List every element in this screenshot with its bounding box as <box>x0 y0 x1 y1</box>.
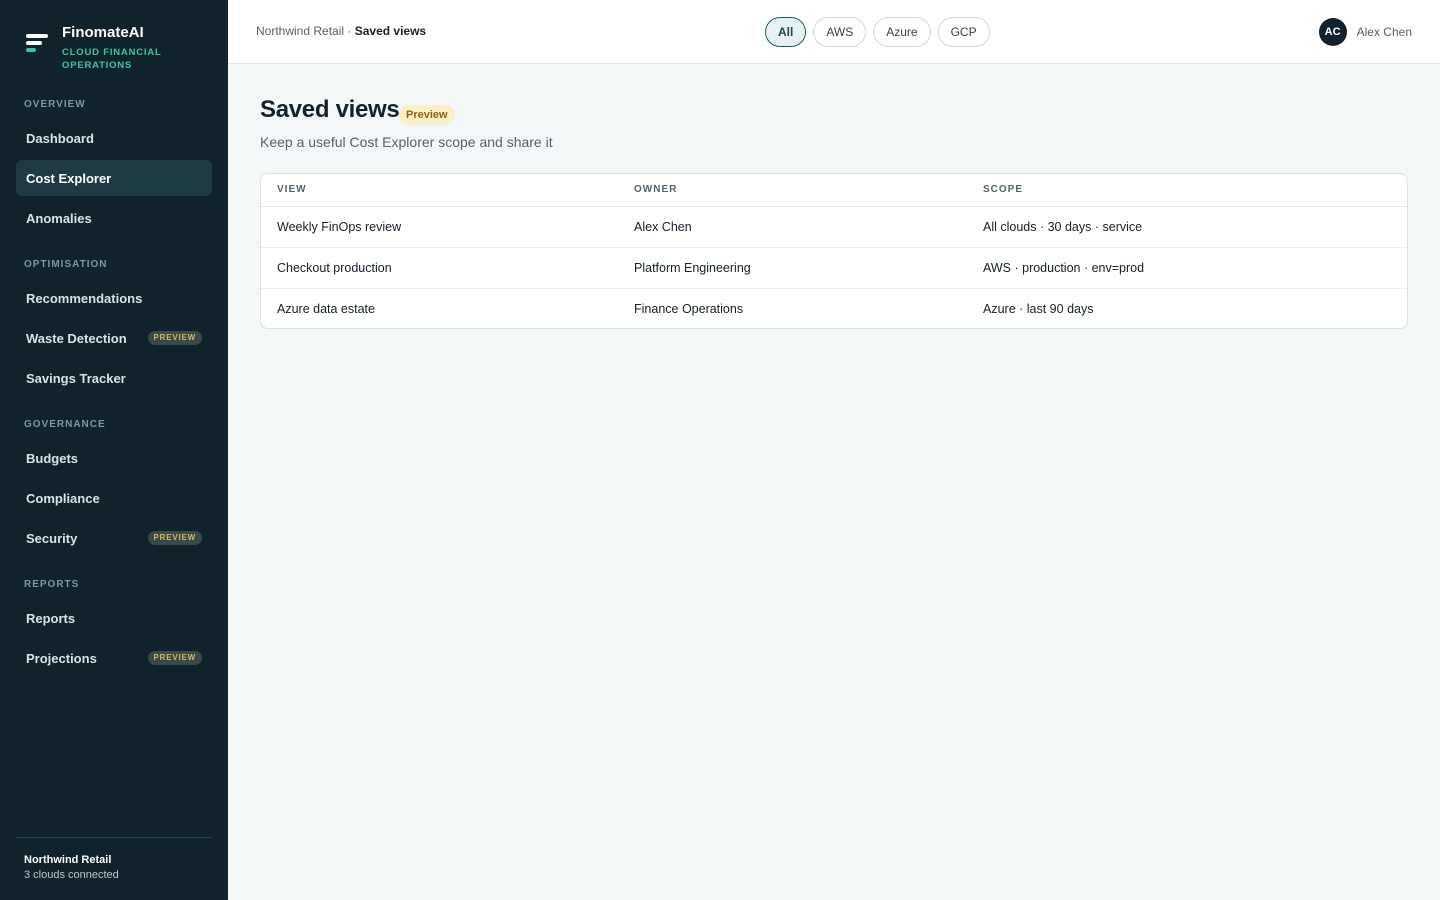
sidebar-item-savings-tracker[interactable]: Savings Tracker <box>16 360 212 396</box>
breadcrumb-parent[interactable]: Northwind Retail · <box>256 24 351 38</box>
sidebar-item-label: Security <box>26 530 78 546</box>
breadcrumb: Northwind Retail · Saved views <box>256 24 426 38</box>
scope-cell: AWS · production · env=prod <box>967 247 1407 289</box>
preview-badge-title: Preview <box>399 105 455 125</box>
org-footer[interactable]: Northwind Retail 3 clouds connected <box>16 837 212 883</box>
nav-section-overview: OVERVIEW <box>24 99 86 110</box>
view-name-cell: Checkout production <box>261 247 618 289</box>
user-menu[interactable]: AC Alex Chen <box>1318 18 1412 46</box>
brand-name: FinomateAI <box>62 24 144 41</box>
table-row[interactable]: Checkout production Platform Engineering… <box>261 247 1407 289</box>
sidebar-item-label: Budgets <box>26 450 78 466</box>
sidebar-item-waste-detection[interactable]: Waste Detection PREVIEW <box>16 320 212 356</box>
sidebar-item-label: Savings Tracker <box>26 370 126 386</box>
column-header-owner: OWNER <box>618 174 967 207</box>
preview-badge: PREVIEW <box>147 331 202 345</box>
sidebar-item-label: Dashboard <box>26 130 94 146</box>
avatar: AC <box>1318 18 1347 46</box>
brand-tagline: CLOUD FINANCIAL OPERATIONS <box>62 47 162 71</box>
view-name-cell: Weekly FinOps review <box>261 206 618 248</box>
clouds-connected-status: 3 clouds connected <box>24 869 119 881</box>
sidebar-item-cost-explorer[interactable]: Cost Explorer <box>16 160 212 196</box>
view-name-cell: Azure data estate <box>277 301 375 316</box>
sidebar-item-label: Compliance <box>26 490 100 506</box>
cloud-filter-gcp[interactable]: GCP <box>937 17 990 47</box>
sidebar-item-label: Anomalies <box>26 210 92 226</box>
scope-cell: Azure · last 90 days <box>983 301 1094 316</box>
page-title: Saved views <box>260 96 400 123</box>
sidebar-item-label: Recommendations <box>26 290 143 306</box>
nav-section-reports: REPORTS <box>24 579 80 590</box>
preview-badge: PREVIEW <box>147 651 202 665</box>
sidebar-item-label: Cost Explorer <box>26 170 112 186</box>
nav-section-optimisation: OPTIMISATION <box>24 259 108 270</box>
brand[interactable]: FinomateAI CLOUD FINANCIAL OPERATIONS <box>24 24 172 72</box>
owner-cell: Alex Chen <box>618 206 967 248</box>
sidebar-item-security[interactable]: Security PREVIEW <box>16 520 212 556</box>
column-header-scope: SCOPE <box>967 174 1407 207</box>
owner-cell: Platform Engineering <box>618 247 967 289</box>
sidebar-item-label: Waste Detection <box>26 330 127 346</box>
table-row[interactable]: Weekly FinOps review Alex Chen All cloud… <box>261 206 1407 248</box>
finomate-logo-icon <box>24 34 48 60</box>
sidebar-item-label: Projections <box>26 650 97 666</box>
sidebar-item-dashboard[interactable]: Dashboard <box>16 120 212 156</box>
page-subtitle: Keep a useful Cost Explorer scope and sh… <box>260 134 553 150</box>
cloud-filter-aws[interactable]: AWS <box>813 17 867 47</box>
cloud-filter-group: All AWS Azure GCP <box>765 17 990 47</box>
cloud-filter-all[interactable]: All <box>765 17 807 47</box>
nav-section-governance: GOVERNANCE <box>24 419 106 430</box>
column-header-view: VIEW <box>261 174 618 207</box>
sidebar-item-reports[interactable]: Reports <box>16 600 212 636</box>
scope-cell: All clouds · 30 days · service <box>967 206 1407 248</box>
sidebar-item-compliance[interactable]: Compliance <box>16 480 212 516</box>
user-name: Alex Chen <box>1356 25 1412 39</box>
owner-cell: Finance Operations <box>634 301 744 316</box>
sidebar-item-recommendations[interactable]: Recommendations <box>16 280 212 316</box>
table-row[interactable]: Azure data estate Finance Operations Azu… <box>261 288 1407 328</box>
saved-views-table: VIEW OWNER SCOPE Weekly FinOps review Al… <box>260 173 1408 329</box>
cloud-filter-azure[interactable]: Azure <box>873 17 931 47</box>
top-bar: Northwind Retail · Saved views All AWS A… <box>228 0 1440 64</box>
sidebar-item-label: Reports <box>26 610 76 626</box>
sidebar-item-anomalies[interactable]: Anomalies <box>16 200 212 236</box>
sidebar-item-budgets[interactable]: Budgets <box>16 440 212 476</box>
org-name: Northwind Retail <box>24 854 112 866</box>
table-header-row: VIEW OWNER SCOPE <box>261 174 1407 207</box>
preview-badge: PREVIEW <box>147 531 202 545</box>
breadcrumb-current: Saved views <box>354 24 427 38</box>
sidebar: FinomateAI CLOUD FINANCIAL OPERATIONS OV… <box>0 0 228 900</box>
sidebar-item-projections[interactable]: Projections PREVIEW <box>16 640 212 676</box>
